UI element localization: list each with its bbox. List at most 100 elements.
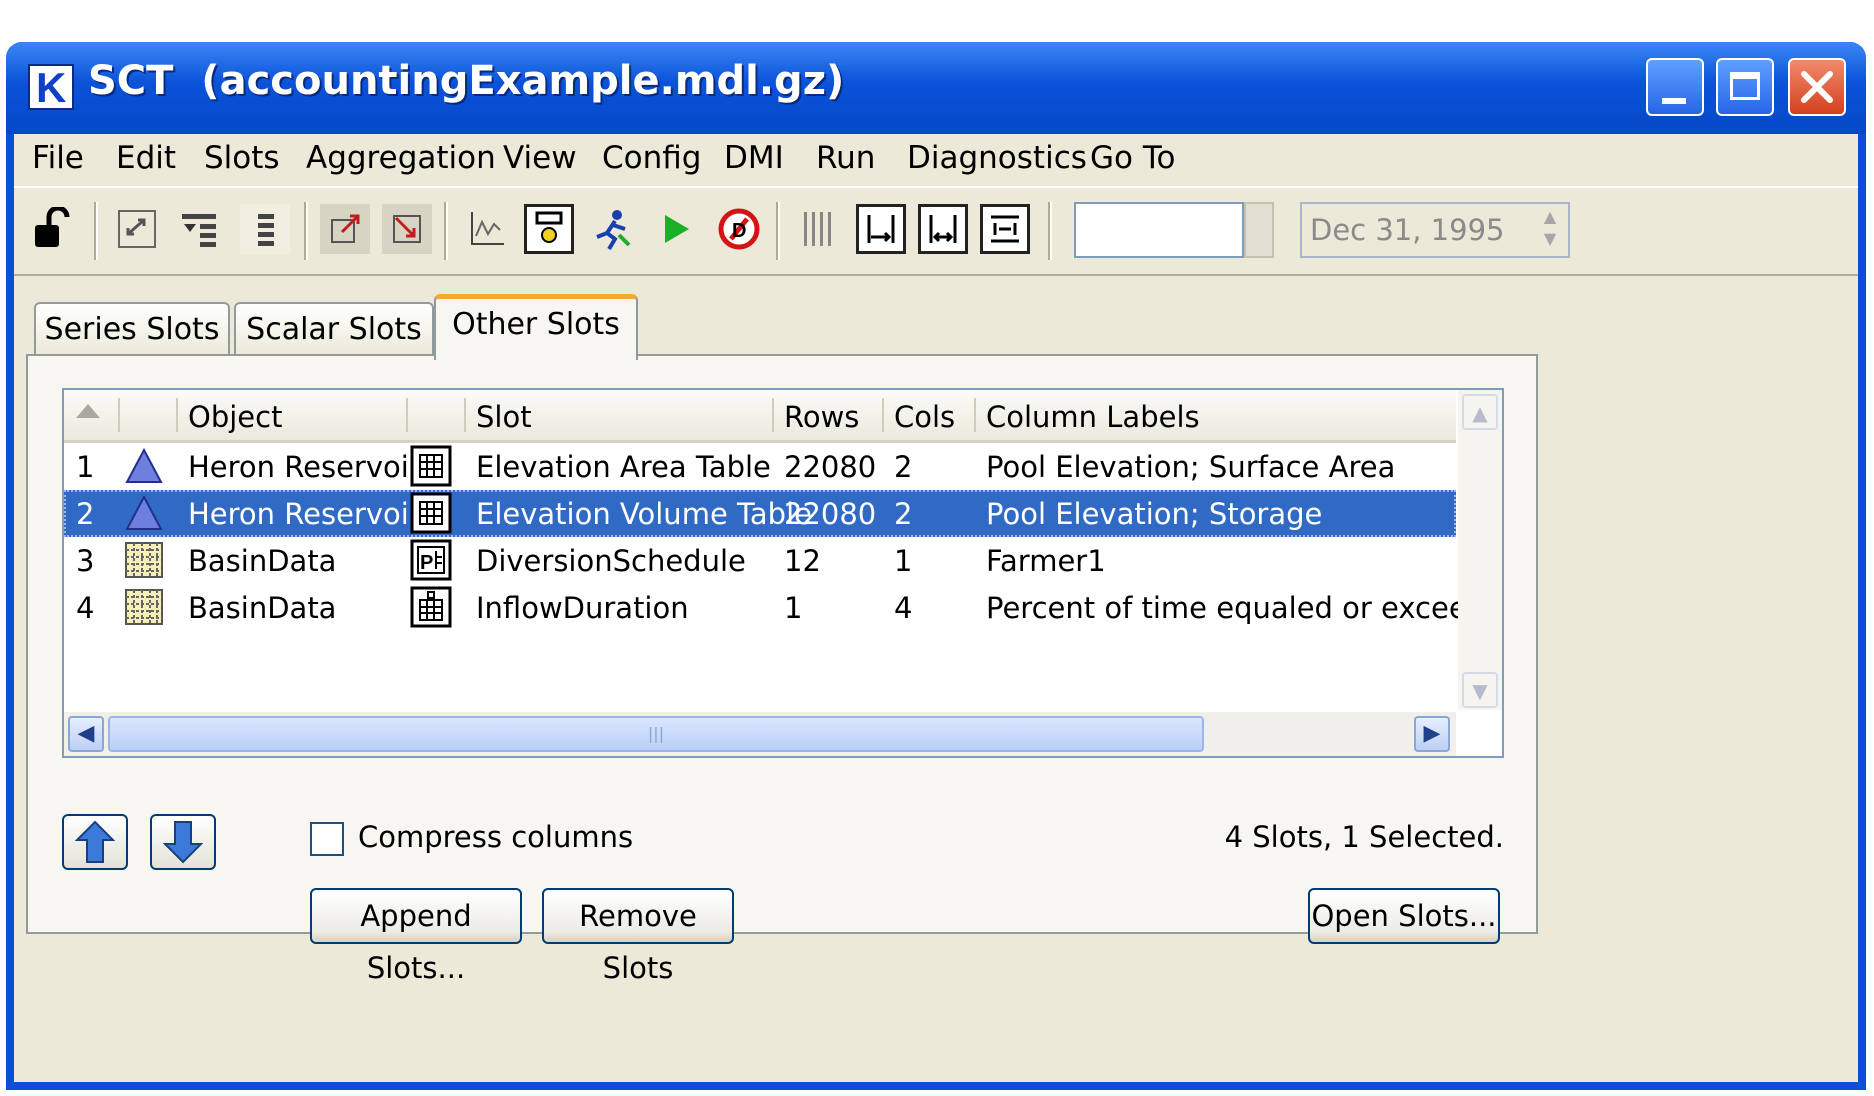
compress-columns-checkbox[interactable] bbox=[310, 822, 344, 856]
row-count: 22080 bbox=[784, 450, 877, 484]
window-title: SCT (accountingExample.mdl.gz) bbox=[88, 58, 845, 104]
import-icon[interactable] bbox=[382, 204, 432, 254]
lock-icon[interactable] bbox=[28, 204, 78, 254]
periodic-slot-icon: P bbox=[410, 539, 452, 581]
svg-text:D: D bbox=[732, 220, 746, 242]
selection-status: 4 Slots, 1 Selected. bbox=[1224, 820, 1504, 854]
column-labels: Pool Elevation; Storage bbox=[986, 497, 1323, 531]
move-down-button[interactable] bbox=[150, 814, 216, 870]
menu-slots[interactable]: Slots bbox=[204, 140, 280, 176]
table-row[interactable]: 2 Heron Reservoir Elevation Volume Table… bbox=[64, 490, 1456, 537]
horizontal-scrollbar[interactable]: ◀ ||| ▶ bbox=[64, 712, 1456, 756]
window-client: File Edit Slots Aggregation View Config … bbox=[14, 134, 1858, 1082]
spinner-arrows-icon[interactable]: ▲ ▼ bbox=[1534, 206, 1566, 254]
app-icon: K bbox=[28, 64, 74, 111]
append-slots-button[interactable]: Append Slots... bbox=[310, 888, 522, 985]
table-row[interactable]: 4 BasinData InflowDuration 1 4 Percent o… bbox=[64, 584, 1502, 631]
row-count: 1 bbox=[784, 591, 803, 625]
object-name: BasinData bbox=[188, 544, 337, 578]
header-slot[interactable]: Slot bbox=[476, 400, 532, 434]
row-count: 12 bbox=[784, 544, 821, 578]
menu-bar: File Edit Slots Aggregation View Config … bbox=[14, 134, 1858, 186]
reservoir-icon bbox=[125, 494, 163, 530]
menu-diagnostics[interactable]: Diagnostics bbox=[907, 140, 1087, 176]
table-row[interactable]: 1 Heron Reservoir Elevation Area Table 2… bbox=[64, 443, 1456, 490]
scroll-up-icon[interactable]: ▲ bbox=[1462, 394, 1498, 430]
stop-icon[interactable]: D bbox=[714, 204, 764, 254]
table-slot-icon bbox=[410, 445, 452, 487]
columns-icon[interactable] bbox=[794, 204, 844, 254]
app-window: K SCT (accountingExample.mdl.gz) File Ed… bbox=[6, 42, 1866, 1090]
menu-dmi[interactable]: DMI bbox=[724, 140, 784, 176]
tab-series-slots[interactable]: Series Slots bbox=[34, 302, 230, 356]
slots-table: Object Slot Rows Cols Column Labels 1 He… bbox=[62, 388, 1504, 758]
tab-other-slots[interactable]: Other Slots bbox=[434, 294, 638, 360]
toolbar-spacer bbox=[1244, 202, 1274, 258]
slot-name: Elevation Volume Table bbox=[476, 497, 812, 531]
scroll-left-icon[interactable]: ◀ bbox=[68, 716, 104, 752]
remove-slots-button[interactable]: Remove Slots bbox=[542, 888, 734, 985]
calendar-slot-icon bbox=[410, 586, 452, 628]
column-labels: Pool Elevation; Surface Area bbox=[986, 450, 1396, 484]
row-number: 1 bbox=[76, 450, 95, 484]
maximize-button[interactable] bbox=[1716, 58, 1774, 116]
close-icon bbox=[1801, 71, 1833, 103]
menu-view[interactable]: View bbox=[503, 140, 577, 176]
object-name: BasinData bbox=[188, 591, 337, 625]
vertical-scrollbar[interactable]: ▲ ▼ bbox=[1458, 390, 1502, 710]
menu-file[interactable]: File bbox=[32, 140, 84, 176]
run-man-icon[interactable] bbox=[586, 204, 636, 254]
move-up-button[interactable] bbox=[62, 814, 128, 870]
col-count: 2 bbox=[894, 450, 913, 484]
tab-scalar-slots[interactable]: Scalar Slots bbox=[234, 302, 434, 356]
fit-icon[interactable] bbox=[980, 204, 1030, 254]
arrow-down-icon bbox=[163, 821, 203, 864]
row-number: 3 bbox=[76, 544, 95, 578]
header-cols[interactable]: Cols bbox=[894, 400, 955, 434]
menu-run[interactable]: Run bbox=[816, 140, 875, 176]
menu-go-to[interactable]: Go To bbox=[1090, 140, 1175, 176]
table-header: Object Slot Rows Cols Column Labels bbox=[64, 390, 1456, 443]
object-icon[interactable] bbox=[524, 204, 574, 254]
row-number: 2 bbox=[76, 497, 95, 531]
reservoir-icon bbox=[125, 447, 163, 483]
header-column-labels[interactable]: Column Labels bbox=[986, 400, 1200, 434]
compress-columns-label[interactable]: Compress columns bbox=[358, 820, 633, 854]
minimize-button[interactable] bbox=[1646, 58, 1704, 116]
scroll-thumb[interactable]: ||| bbox=[108, 716, 1204, 752]
open-slots-button[interactable]: Open Slots... bbox=[1308, 888, 1500, 944]
column-labels: Percent of time equaled or exceeded; bbox=[986, 591, 1504, 625]
swap-icon[interactable] bbox=[112, 204, 162, 254]
header-object[interactable]: Object bbox=[188, 400, 282, 434]
play-icon[interactable] bbox=[650, 204, 700, 254]
data-object-icon bbox=[125, 589, 163, 625]
scroll-right-icon[interactable]: ▶ bbox=[1414, 716, 1450, 752]
column-icon[interactable] bbox=[240, 204, 290, 254]
plot-icon[interactable] bbox=[462, 204, 512, 254]
table-slot-icon bbox=[410, 492, 452, 534]
width-both-icon[interactable] bbox=[918, 204, 968, 254]
maximize-icon bbox=[1730, 72, 1760, 100]
date-spinner[interactable]: Dec 31, 1995 ▲ ▼ bbox=[1300, 202, 1570, 258]
menu-edit[interactable]: Edit bbox=[116, 140, 176, 176]
row-number: 4 bbox=[76, 591, 95, 625]
width-left-icon[interactable] bbox=[856, 204, 906, 254]
scroll-down-icon[interactable]: ▼ bbox=[1462, 672, 1498, 708]
sort-ascending-icon[interactable] bbox=[76, 404, 100, 418]
table-row[interactable]: 3 BasinData P DiversionSchedule 12 1 Far… bbox=[64, 537, 1456, 584]
title-bar[interactable]: K SCT (accountingExample.mdl.gz) bbox=[6, 42, 1866, 134]
row-count: 22080 bbox=[784, 497, 877, 531]
header-rows[interactable]: Rows bbox=[784, 400, 859, 434]
object-name: Heron Reservoir bbox=[188, 450, 421, 484]
menu-aggregation[interactable]: Aggregation bbox=[306, 140, 496, 176]
tab-strip: Series Slots Scalar Slots Other Slots bbox=[14, 284, 1858, 360]
minimize-icon bbox=[1662, 98, 1686, 104]
close-button[interactable] bbox=[1788, 58, 1846, 116]
column-labels: Farmer1 bbox=[986, 544, 1106, 578]
menu-config[interactable]: Config bbox=[602, 140, 701, 176]
arrow-up-icon bbox=[75, 820, 115, 863]
col-count: 2 bbox=[894, 497, 913, 531]
export-icon[interactable] bbox=[320, 204, 370, 254]
toolbar-text-field[interactable] bbox=[1074, 202, 1244, 258]
filter-icon[interactable] bbox=[174, 204, 224, 254]
